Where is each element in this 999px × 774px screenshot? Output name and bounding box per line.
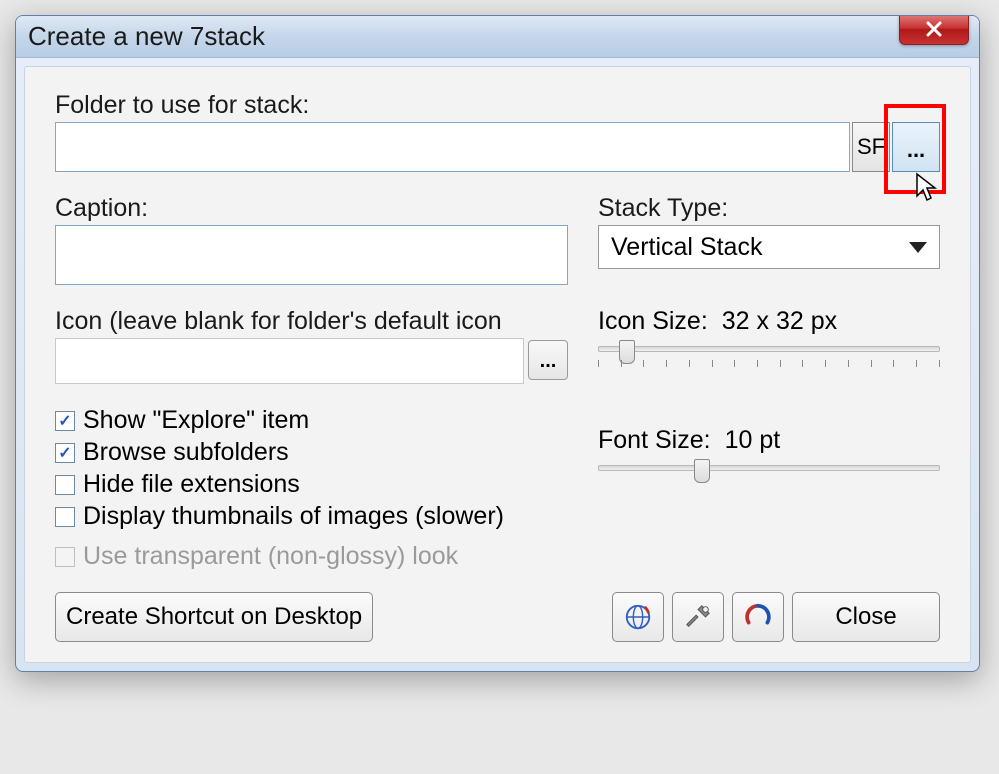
checkbox-icon [55,443,75,463]
font-size-value: 10 pt [725,426,781,455]
chevron-down-icon [909,242,927,253]
checkbox-hide-extensions[interactable]: Hide file extensions [55,470,568,499]
checkbox-label: Use transparent (non-glossy) look [83,542,458,571]
titlebar: Create a new 7stack [16,16,979,58]
browse-icon-button[interactable]: ... [528,340,568,380]
checkbox-transparent: Use transparent (non-glossy) look [55,542,568,571]
checkbox-thumbnails[interactable]: Display thumbnails of images (slower) [55,502,568,531]
close-button[interactable]: Close [792,592,940,642]
checkbox-icon [55,475,75,495]
stack-type-select[interactable]: Vertical Stack [598,225,940,269]
folder-label: Folder to use for stack: [55,91,940,120]
folder-row: SF ... [55,122,940,172]
font-size-slider[interactable] [598,461,940,501]
icon-size-value: 32 x 32 px [722,307,837,336]
checkbox-label: Show "Explore" item [83,406,309,435]
icon-size-label: Icon Size: [598,307,708,336]
tools-button[interactable] [672,592,724,642]
close-icon [924,21,944,37]
checkbox-icon [55,507,75,527]
create-shortcut-button[interactable]: Create Shortcut on Desktop [55,592,373,642]
checkbox-label: Display thumbnails of images (slower) [83,502,504,531]
app-icon [743,602,773,632]
font-size-label: Font Size: [598,426,711,455]
close-window-button[interactable] [899,15,969,45]
bottom-button-row: Create Shortcut on Desktop [55,592,940,642]
sf-button[interactable]: SF [852,122,890,172]
icon-input[interactable] [55,338,524,384]
icon-label: Icon (leave blank for folder's default i… [55,307,568,336]
browse-folder-button[interactable]: ... [892,122,940,172]
slider-thumb[interactable] [694,459,710,483]
icon-size-slider[interactable] [598,342,940,382]
caption-label: Caption: [55,194,568,223]
window-title: Create a new 7stack [28,21,265,52]
app-icon-button[interactable] [732,592,784,642]
caption-input[interactable] [55,225,568,285]
checkbox-icon [55,411,75,431]
checkbox-label: Hide file extensions [83,470,300,499]
stack-type-label: Stack Type: [598,194,940,223]
checkbox-show-explore[interactable]: Show "Explore" item [55,406,568,435]
checkbox-label: Browse subfolders [83,438,289,467]
dialog-window: Create a new 7stack Folder to use for st… [15,15,980,672]
globe-button[interactable] [612,592,664,642]
stack-type-value: Vertical Stack [611,233,762,262]
globe-icon [623,602,653,632]
checkbox-icon [55,547,75,567]
client-area: Folder to use for stack: SF ... Caption:… [24,66,971,663]
checkbox-browse-subfolders[interactable]: Browse subfolders [55,438,568,467]
slider-ticks [598,360,940,370]
folder-input[interactable] [55,122,850,172]
wrench-screwdriver-icon [683,602,713,632]
